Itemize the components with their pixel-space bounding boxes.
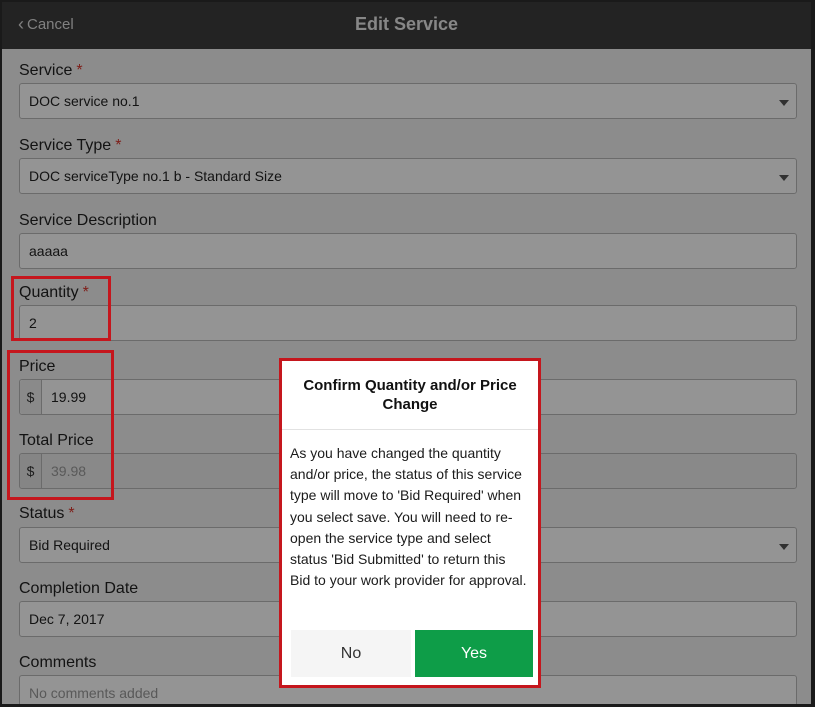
confirm-dialog: Confirm Quantity and/or Price Change As …: [279, 358, 541, 688]
dialog-divider: [282, 429, 538, 430]
quantity-highlight-box: [11, 276, 111, 341]
dialog-message: As you have changed the quantity and/or …: [290, 445, 527, 589]
no-button[interactable]: No: [291, 630, 411, 677]
dialog-title: Confirm Quantity and/or Price Change: [303, 377, 517, 413]
price-highlight-box: [7, 350, 114, 500]
yes-button[interactable]: Yes: [415, 630, 533, 677]
app-frame: ‹ Cancel Edit Service Service * DOC servi…: [0, 0, 815, 707]
